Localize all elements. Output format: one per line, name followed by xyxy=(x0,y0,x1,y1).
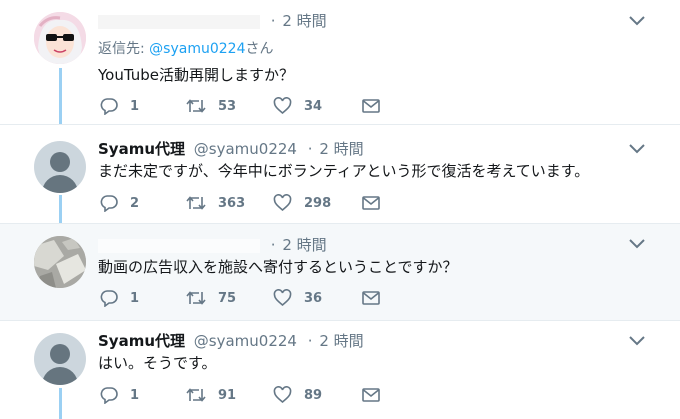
reply-icon xyxy=(100,98,118,115)
direct-message-button[interactable] xyxy=(362,193,380,213)
retweet-icon xyxy=(186,291,206,305)
display-name[interactable] xyxy=(98,14,260,29)
tweet-text: YouTube活動再開しますか？ xyxy=(98,66,294,84)
tweet[interactable]: · 2 時間 動画の広告収入を施設へ寄付するということですか？ 1 75 36 xyxy=(0,224,680,320)
tweet-header: Syamu代理 @syamu0224 · 2 時間 xyxy=(98,138,364,159)
tweet-text: 動画の広告収入を施設へ寄付するということですか？ xyxy=(98,258,458,276)
retweet-button[interactable]: 75 xyxy=(186,288,236,308)
heart-icon xyxy=(273,386,292,404)
separator-dot: · xyxy=(270,12,276,30)
tweet-header: Syamu代理 @syamu0224 · 2 時間 xyxy=(98,330,364,351)
like-button[interactable]: 89 xyxy=(273,385,322,405)
tweet-header: · 2 時間 xyxy=(98,234,327,255)
display-name[interactable]: Syamu代理 xyxy=(98,140,185,158)
like-button[interactable]: 34 xyxy=(273,96,322,116)
retweet-count: 53 xyxy=(218,98,237,114)
reply-button[interactable]: 1 xyxy=(100,96,139,116)
reply-suffix: さん xyxy=(245,41,274,57)
like-button[interactable]: 298 xyxy=(273,193,331,213)
avatar[interactable] xyxy=(34,141,86,193)
like-count: 298 xyxy=(304,195,332,211)
tweet-text: まだ未定ですが、今年中にボランティアという形で復活を考えています。 xyxy=(98,162,590,180)
timestamp[interactable]: 2 時間 xyxy=(282,12,326,30)
chevron-down-icon[interactable] xyxy=(628,15,646,27)
timestamp[interactable]: 2 時間 xyxy=(282,236,326,254)
display-name[interactable] xyxy=(98,238,260,253)
timestamp[interactable]: 2 時間 xyxy=(319,140,363,158)
reply-mention-link[interactable]: @syamu0224 xyxy=(149,41,245,57)
reply-count: 1 xyxy=(130,98,140,114)
heart-icon xyxy=(273,194,292,212)
like-count: 36 xyxy=(304,290,323,306)
reply-icon xyxy=(100,387,118,404)
envelope-icon xyxy=(362,196,380,210)
tweet-text: はい。そうです。 xyxy=(98,354,217,372)
reply-context: 返信先: @syamu0224さん xyxy=(98,38,273,58)
retweet-button[interactable]: 53 xyxy=(186,96,236,116)
reply-count: 1 xyxy=(130,290,140,306)
tweet-header: · 2 時間 xyxy=(98,10,327,31)
tweet-actions: 1 75 36 xyxy=(98,288,398,308)
tweet[interactable]: Syamu代理 @syamu0224 · 2 時間 はい。そうです。 1 91 … xyxy=(0,321,680,419)
heart-icon xyxy=(273,97,292,115)
envelope-icon xyxy=(362,388,380,402)
display-name[interactable]: Syamu代理 xyxy=(98,332,185,350)
chevron-down-icon[interactable] xyxy=(628,143,646,155)
tweet-actions: 2 363 298 xyxy=(98,193,398,213)
direct-message-button[interactable] xyxy=(362,288,380,308)
direct-message-button[interactable] xyxy=(362,385,380,405)
retweet-icon xyxy=(186,99,206,113)
like-count: 34 xyxy=(304,98,323,114)
reply-button[interactable]: 1 xyxy=(100,385,139,405)
reply-count: 2 xyxy=(130,195,140,211)
timestamp[interactable]: 2 時間 xyxy=(319,332,363,350)
like-button[interactable]: 36 xyxy=(273,288,322,308)
reply-prefix: 返信先: xyxy=(98,41,150,57)
reply-button[interactable]: 2 xyxy=(100,193,139,213)
like-count: 89 xyxy=(304,387,323,403)
tweet-actions: 1 53 34 xyxy=(98,96,398,116)
heart-icon xyxy=(273,289,292,307)
retweet-count: 75 xyxy=(218,290,237,306)
chevron-down-icon[interactable] xyxy=(628,335,646,347)
retweet-count: 363 xyxy=(218,195,246,211)
separator-dot: · xyxy=(307,140,313,158)
user-handle[interactable]: @syamu0224 xyxy=(194,140,297,158)
retweet-icon xyxy=(186,388,206,402)
reply-icon xyxy=(100,290,118,307)
retweet-button[interactable]: 363 xyxy=(186,193,245,213)
envelope-icon xyxy=(362,99,380,113)
separator-dot: · xyxy=(270,236,276,254)
retweet-button[interactable]: 91 xyxy=(186,385,236,405)
retweet-icon xyxy=(186,196,206,210)
user-handle[interactable]: @syamu0224 xyxy=(194,332,297,350)
chevron-down-icon[interactable] xyxy=(628,238,646,250)
avatar[interactable] xyxy=(34,12,86,64)
reply-button[interactable]: 1 xyxy=(100,288,139,308)
reply-count: 1 xyxy=(130,387,140,403)
envelope-icon xyxy=(362,291,380,305)
retweet-count: 91 xyxy=(218,387,237,403)
direct-message-button[interactable] xyxy=(362,96,380,116)
avatar[interactable] xyxy=(34,236,86,288)
reply-icon xyxy=(100,195,118,212)
avatar[interactable] xyxy=(34,333,86,385)
tweet[interactable]: · 2 時間 返信先: @syamu0224さん YouTube活動再開しますか… xyxy=(0,0,680,124)
tweet[interactable]: Syamu代理 @syamu0224 · 2 時間 まだ未定ですが、今年中にボラ… xyxy=(0,125,680,223)
tweet-actions: 1 91 89 xyxy=(98,385,398,405)
separator-dot: · xyxy=(307,332,313,350)
